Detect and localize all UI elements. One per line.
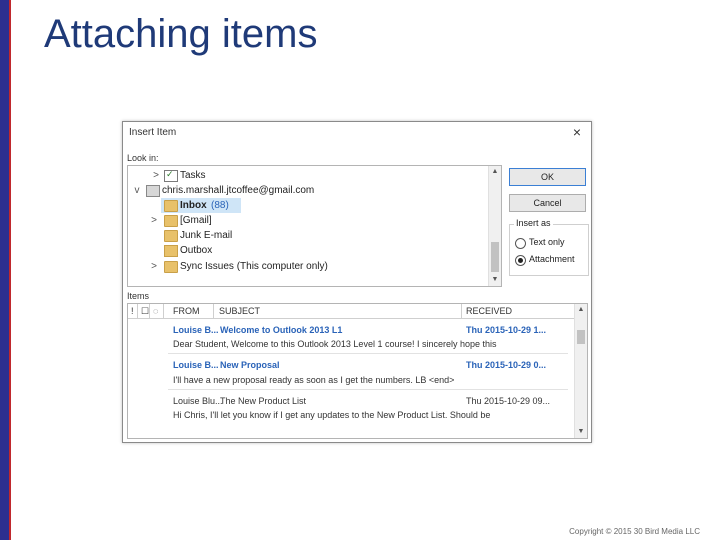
insert-as-group: Insert as Text only Attachment: [509, 218, 589, 276]
column-header-from[interactable]: FROM: [164, 304, 214, 318]
folder-label: Outbox: [180, 245, 213, 256]
folder-label: Sync Issues (This computer only): [180, 261, 328, 272]
row-divider: [168, 353, 568, 354]
items-list-scrollbar[interactable]: ▲ ▼: [574, 304, 587, 438]
folder-item-sync-issues[interactable]: > Sync Issues (This computer only): [128, 259, 488, 274]
folder-tree-scrollbar[interactable]: ▲ ▼: [488, 166, 501, 286]
chevron-right-icon[interactable]: >: [148, 259, 160, 274]
message-preview: Dear Student, Welcome to this Outlook 20…: [173, 339, 497, 349]
radio-button[interactable]: [515, 238, 526, 249]
unread-count: (88): [211, 200, 229, 211]
column-header-received[interactable]: RECEIVED: [462, 304, 574, 318]
column-header-type[interactable]: ☐: [138, 304, 150, 318]
items-list[interactable]: ! ☐ ◌ FROM SUBJECT RECEIVED Louise B... …: [127, 303, 588, 439]
dialog-title: Insert Item: [129, 127, 177, 138]
folder-item-junk[interactable]: Junk E-mail: [128, 228, 488, 243]
scroll-up-icon[interactable]: ▲: [489, 166, 501, 178]
ok-button[interactable]: OK: [509, 168, 586, 186]
folder-label: Junk E-mail: [180, 230, 233, 241]
row-divider: [168, 389, 568, 390]
column-header-attachment[interactable]: ◌: [150, 304, 164, 318]
slide-left-accent-stripe: [9, 0, 11, 540]
scroll-thumb[interactable]: [577, 330, 585, 344]
items-label: Items: [127, 291, 150, 301]
message-subject: New Proposal: [220, 360, 280, 370]
folder-label: Tasks: [180, 170, 206, 181]
scroll-down-icon[interactable]: ▼: [489, 274, 501, 286]
folder-icon: [164, 230, 178, 242]
radio-button[interactable]: [515, 255, 526, 266]
cancel-button[interactable]: Cancel: [509, 194, 586, 212]
message-received: Thu 2015-10-29 1...: [466, 325, 547, 335]
account-icon: [146, 185, 160, 197]
chevron-down-icon[interactable]: v: [131, 183, 143, 198]
copyright-notice: Copyright © 2015 30 Bird Media LLC: [569, 527, 700, 536]
column-header-importance[interactable]: !: [128, 304, 138, 318]
folder-label: chris.marshall.jtcoffee@gmail.com: [162, 185, 315, 196]
task-icon: [164, 167, 178, 182]
message-preview: Hi Chris, I'll let you know if I get any…: [173, 410, 491, 420]
message-received: Thu 2015-10-29 09...: [466, 396, 551, 406]
insert-as-label: Insert as: [514, 218, 553, 228]
folder-item-outbox[interactable]: Outbox: [128, 243, 488, 258]
chevron-right-icon[interactable]: >: [148, 213, 160, 228]
look-in-label: Look in:: [127, 153, 159, 163]
scroll-thumb[interactable]: [491, 242, 499, 272]
message-from: Louise B...: [173, 360, 219, 370]
header-divider: [128, 318, 574, 319]
folder-tree[interactable]: > Tasks v chris.marshall.jtcoffee@gmail.…: [127, 165, 502, 287]
message-from: Louise Blu...: [173, 396, 223, 406]
folder-icon: [164, 200, 178, 212]
radio-label: Attachment: [529, 254, 575, 264]
chevron-right-icon[interactable]: >: [150, 168, 162, 183]
folder-item-tasks[interactable]: > Tasks: [128, 167, 488, 183]
insert-item-dialog: Insert Item × Look in: > Tasks v chris.m…: [122, 121, 592, 443]
folder-item-gmail[interactable]: > [Gmail]: [128, 213, 488, 228]
message-subject: Welcome to Outlook 2013 L1: [220, 325, 343, 335]
folder-label: Inbox: [180, 200, 207, 211]
scroll-up-icon[interactable]: ▲: [575, 304, 587, 316]
folder-label: [Gmail]: [180, 215, 212, 226]
message-from: Louise B...: [173, 325, 219, 335]
folder-item-inbox[interactable]: Inbox (88): [161, 198, 241, 213]
slide-title: Attaching items: [44, 12, 318, 56]
folder-icon: [164, 261, 178, 273]
scroll-down-icon[interactable]: ▼: [575, 426, 587, 438]
slide-left-accent-bar: [0, 0, 9, 540]
message-subject: The New Product List: [220, 396, 307, 406]
outbox-icon: [164, 245, 178, 257]
message-received: Thu 2015-10-29 0...: [466, 360, 547, 370]
folder-icon: [164, 215, 178, 227]
radio-label: Text only: [529, 237, 565, 247]
folder-item-account[interactable]: v chris.marshall.jtcoffee@gmail.com: [128, 183, 488, 198]
close-icon[interactable]: ×: [573, 124, 581, 140]
message-preview: I'll have a new proposal ready as soon a…: [173, 375, 455, 385]
column-header-subject[interactable]: SUBJECT: [214, 304, 462, 318]
